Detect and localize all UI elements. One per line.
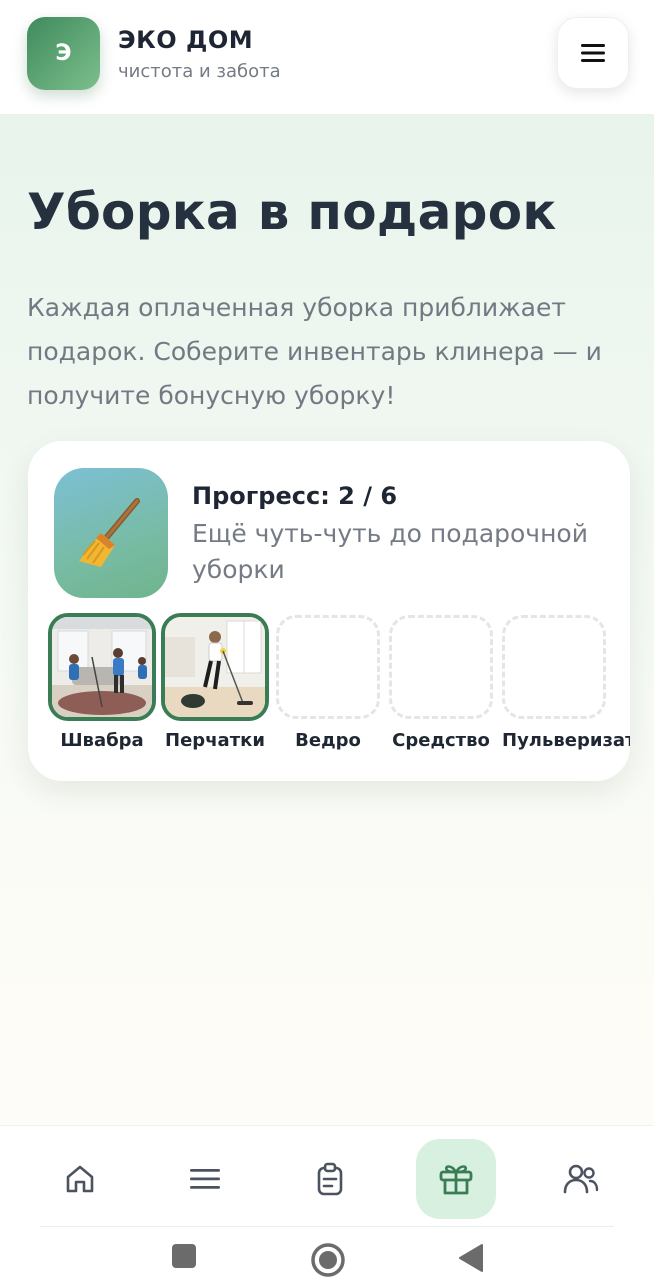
progress-subtitle: Ещё чуть-чуть до подарочной уборки [192,519,588,584]
progress-title: Прогресс: 2 / 6 [192,482,398,510]
slot-image-mop [48,613,156,721]
slot-label: Пульверизатор [502,730,630,751]
slot-label: Перчатки [165,730,265,751]
nav-gift[interactable] [416,1139,496,1219]
page-description: Каждая оплаченная уборка приближает пода… [27,293,602,410]
gift-icon [439,1165,473,1195]
slot-label: Средство [392,730,490,751]
bottom-navigation [0,1125,654,1280]
inventory-slot-detergent[interactable]: Средство [387,613,495,763]
page-title: Уборка в подарок [27,183,557,241]
system-home-button[interactable] [310,1242,346,1278]
broom-icon [79,498,140,567]
users-icon [563,1164,599,1194]
nav-divider [40,1226,614,1227]
slot-label: Ведро [295,730,361,751]
nav-profile[interactable] [541,1139,621,1219]
menu-button[interactable] [557,17,629,89]
slot-placeholder [276,615,380,719]
nav-list[interactable] [165,1139,245,1219]
cleaning-team-photo [52,617,152,717]
inventory-slot-sprayer[interactable]: Пульверизатор [500,613,630,763]
slot-image-gloves [161,613,269,721]
nav-orders[interactable] [290,1139,370,1219]
clipboard-icon [317,1162,343,1196]
back-button[interactable] [456,1242,486,1274]
nav-home[interactable] [40,1139,120,1219]
inventory-slots: Швабра Перчатки Ведро Средство Пульвериз… [48,613,630,763]
brand-tagline: чистота и забота [118,61,281,82]
slot-placeholder [389,615,493,719]
app-header: Э ЭКО ДОМ чистота и забота [0,0,654,114]
vacuum-cleaning-photo [165,617,265,717]
system-navigation-bar [0,1234,654,1280]
back-icon [459,1244,483,1272]
list-icon [190,1169,220,1189]
home-circle-icon [311,1243,345,1277]
inventory-slot-bucket[interactable]: Ведро [274,613,382,763]
slot-placeholder [502,615,606,719]
hamburger-menu-icon [581,44,605,62]
recents-icon [172,1244,196,1268]
logo[interactable]: Э [27,17,100,90]
home-icon [66,1165,94,1193]
broom-tile [54,468,168,598]
slot-label: Швабра [60,730,144,751]
inventory-slot-mop[interactable]: Швабра [48,613,156,763]
progress-card: Прогресс: 2 / 6 Ещё чуть-чуть до подароч… [28,441,630,781]
inventory-slot-gloves[interactable]: Перчатки [161,613,269,763]
brand-name: ЭКО ДОМ [118,26,254,54]
recents-button[interactable] [170,1242,198,1270]
